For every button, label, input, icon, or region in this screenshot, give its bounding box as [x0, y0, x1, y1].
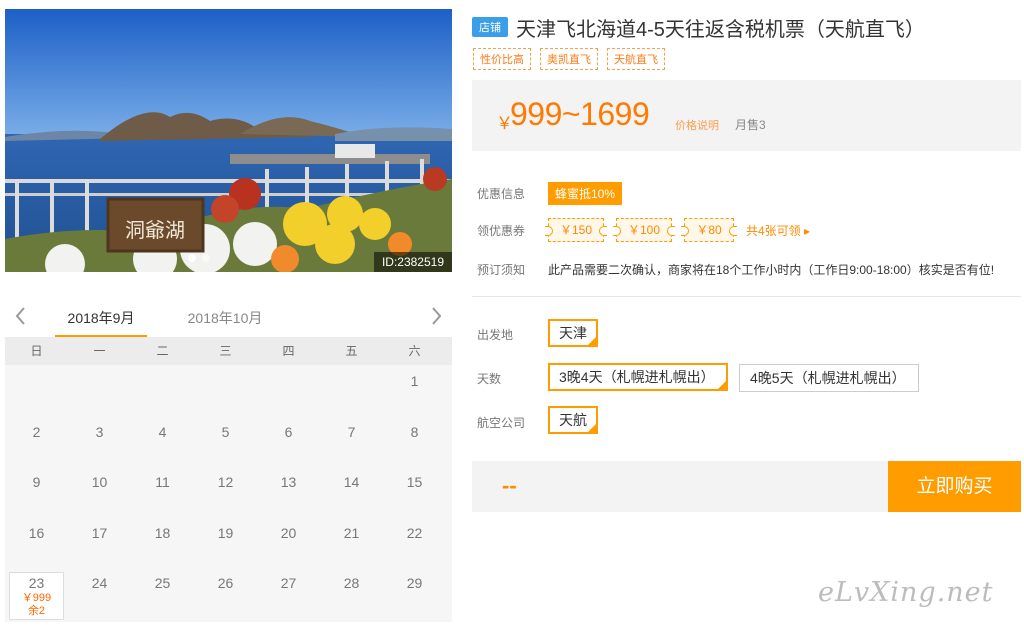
calendar-weekday-header: 日一二三四五六 [5, 337, 452, 365]
calendar: 日一二三四五六 1 2 3 4 5 6 7 8 9 10 11 12 13 14 15 16 17 18 19 20 2… [5, 337, 452, 622]
divider [472, 296, 1021, 297]
product-title: 天津飞北海道4-5天往返含税机票（天航直飞） [516, 18, 925, 41]
calendar-day: 27 [280, 575, 297, 592]
photo-id-label: ID:2382519 [373, 252, 452, 272]
lake-landscape-image: 洞爺湖 [5, 9, 452, 272]
coupon-150[interactable]: ￥150 [545, 218, 607, 242]
weekday-label: 四 [282, 344, 295, 358]
weekday-label: 三 [219, 344, 232, 358]
calendar-day: 19 [217, 524, 234, 541]
carousel-dot[interactable] [202, 254, 210, 262]
calendar-month-nav: 2018年9月 2018年10月 [5, 298, 452, 338]
calendar-day: 24 [91, 575, 108, 592]
calendar-day: 21 [343, 524, 360, 541]
calendar-day: 28 [343, 575, 360, 592]
coupon-100[interactable]: ￥100 [613, 218, 675, 242]
airline-label: 航空公司 [477, 416, 526, 430]
calendar-day: 6 [284, 423, 293, 440]
option-days-3n4d[interactable]: 3晚4天（札幌进札幌出） [548, 363, 728, 391]
weekday-label: 一 [93, 344, 106, 358]
coupon-label: 领优惠券 [477, 224, 526, 238]
chevron-left-icon[interactable] [11, 304, 31, 328]
tab-month-oct[interactable]: 2018年10月 [180, 308, 270, 338]
calendar-day [320, 365, 383, 416]
calendar-day: 1 [410, 373, 419, 389]
weekday-label: 六 [408, 344, 421, 358]
weekday-label: 二 [156, 344, 169, 358]
calendar-day: 13 [280, 474, 297, 491]
chevron-right-icon[interactable] [426, 304, 446, 328]
calendar-day: 22 [406, 524, 423, 541]
calendar-day: 5 [221, 423, 230, 440]
option-airline-tianhang[interactable]: 天航 [548, 406, 598, 434]
calendar-day: 3 [95, 423, 104, 440]
price-explain-link[interactable]: 价格说明 [675, 117, 719, 133]
calendar-day [5, 365, 68, 416]
calendar-day: 11 [155, 474, 170, 491]
calendar-day [131, 365, 194, 416]
calendar-day: 15 [406, 474, 423, 491]
calendar-day: 4 [158, 423, 167, 440]
coupon-more-link[interactable]: 共4张可领 ▸ [746, 222, 810, 239]
shop-badge: 店铺 [472, 17, 508, 37]
weekday-label: 日 [30, 344, 43, 358]
calendar-day [68, 365, 131, 416]
product-tag: 奥凯直飞 [540, 48, 598, 70]
option-departure-tianjin[interactable]: 天津 [548, 319, 598, 347]
promo-label: 优惠信息 [477, 187, 526, 201]
calendar-day [194, 365, 257, 416]
total-price-placeholder: -- [502, 473, 517, 498]
calendar-day: 29 [406, 575, 423, 592]
calendar-day: 17 [91, 524, 108, 541]
calendar-day [257, 365, 320, 416]
tab-month-sep[interactable]: 2018年9月 [55, 308, 147, 338]
notice-label: 预订须知 [477, 263, 526, 277]
product-tag: 性价比高 [473, 48, 531, 70]
day-number: 23 [28, 575, 45, 592]
days-label: 天数 [477, 372, 502, 386]
calendar-day: 9 [32, 474, 41, 491]
carousel-dot[interactable] [188, 254, 196, 262]
day-remaining: 余2 [27, 605, 46, 618]
notice-text: 此产品需要二次确认，商家将在18个工作小时内（工作日9:00-18:00）核实是… [548, 263, 995, 277]
buy-now-button[interactable]: 立即购买 [888, 461, 1021, 512]
departure-label: 出发地 [477, 328, 514, 342]
monthly-sales: 月售3 [735, 118, 766, 132]
calendar-day-available[interactable]: 23 ￥999 余2 [9, 572, 64, 621]
weekday-label: 五 [345, 344, 358, 358]
product-tag: 天航直飞 [607, 48, 665, 70]
calendar-day: 10 [91, 474, 108, 491]
purchase-bar: -- 立即购买 [472, 461, 1021, 512]
calendar-day: 18 [154, 524, 171, 541]
price-range: 999~1699 [510, 96, 650, 132]
calendar-day: 8 [410, 423, 419, 440]
carousel-dots [188, 254, 210, 262]
calendar-day: 12 [217, 474, 234, 491]
coupon-80[interactable]: ￥80 [681, 218, 737, 242]
option-days-4n5d[interactable]: 4晚5天（札幌进札幌出） [739, 364, 919, 392]
product-photo[interactable]: 洞爺湖 ID:2382519 [5, 9, 452, 272]
day-price: ￥999 [21, 592, 52, 605]
price-box: ￥ 999~1699 价格说明 月售3 [472, 80, 1021, 151]
product-title-row: 店铺 天津飞北海道4-5天往返含税机票（天航直飞） [472, 12, 1024, 42]
calendar-day: 2 [32, 423, 41, 440]
calendar-day: 20 [280, 524, 297, 541]
calendar-day: 16 [28, 524, 45, 541]
calendar-days: 1 2 3 4 5 6 7 8 9 10 11 12 13 14 15 16 17 18 19 20 21 22 23 ￥99… [5, 365, 452, 621]
calendar-day: 25 [154, 575, 171, 592]
watermark-text: eLvXing.net [818, 577, 994, 608]
promo-badge: 蜂蜜抵10% [548, 182, 623, 205]
calendar-day: 26 [217, 575, 234, 592]
sign-text: 洞爺湖 [125, 218, 185, 242]
calendar-day: 14 [343, 474, 360, 491]
calendar-day: 7 [347, 423, 356, 440]
product-tags: 性价比高 奥凯直飞 天航直飞 [473, 48, 665, 70]
